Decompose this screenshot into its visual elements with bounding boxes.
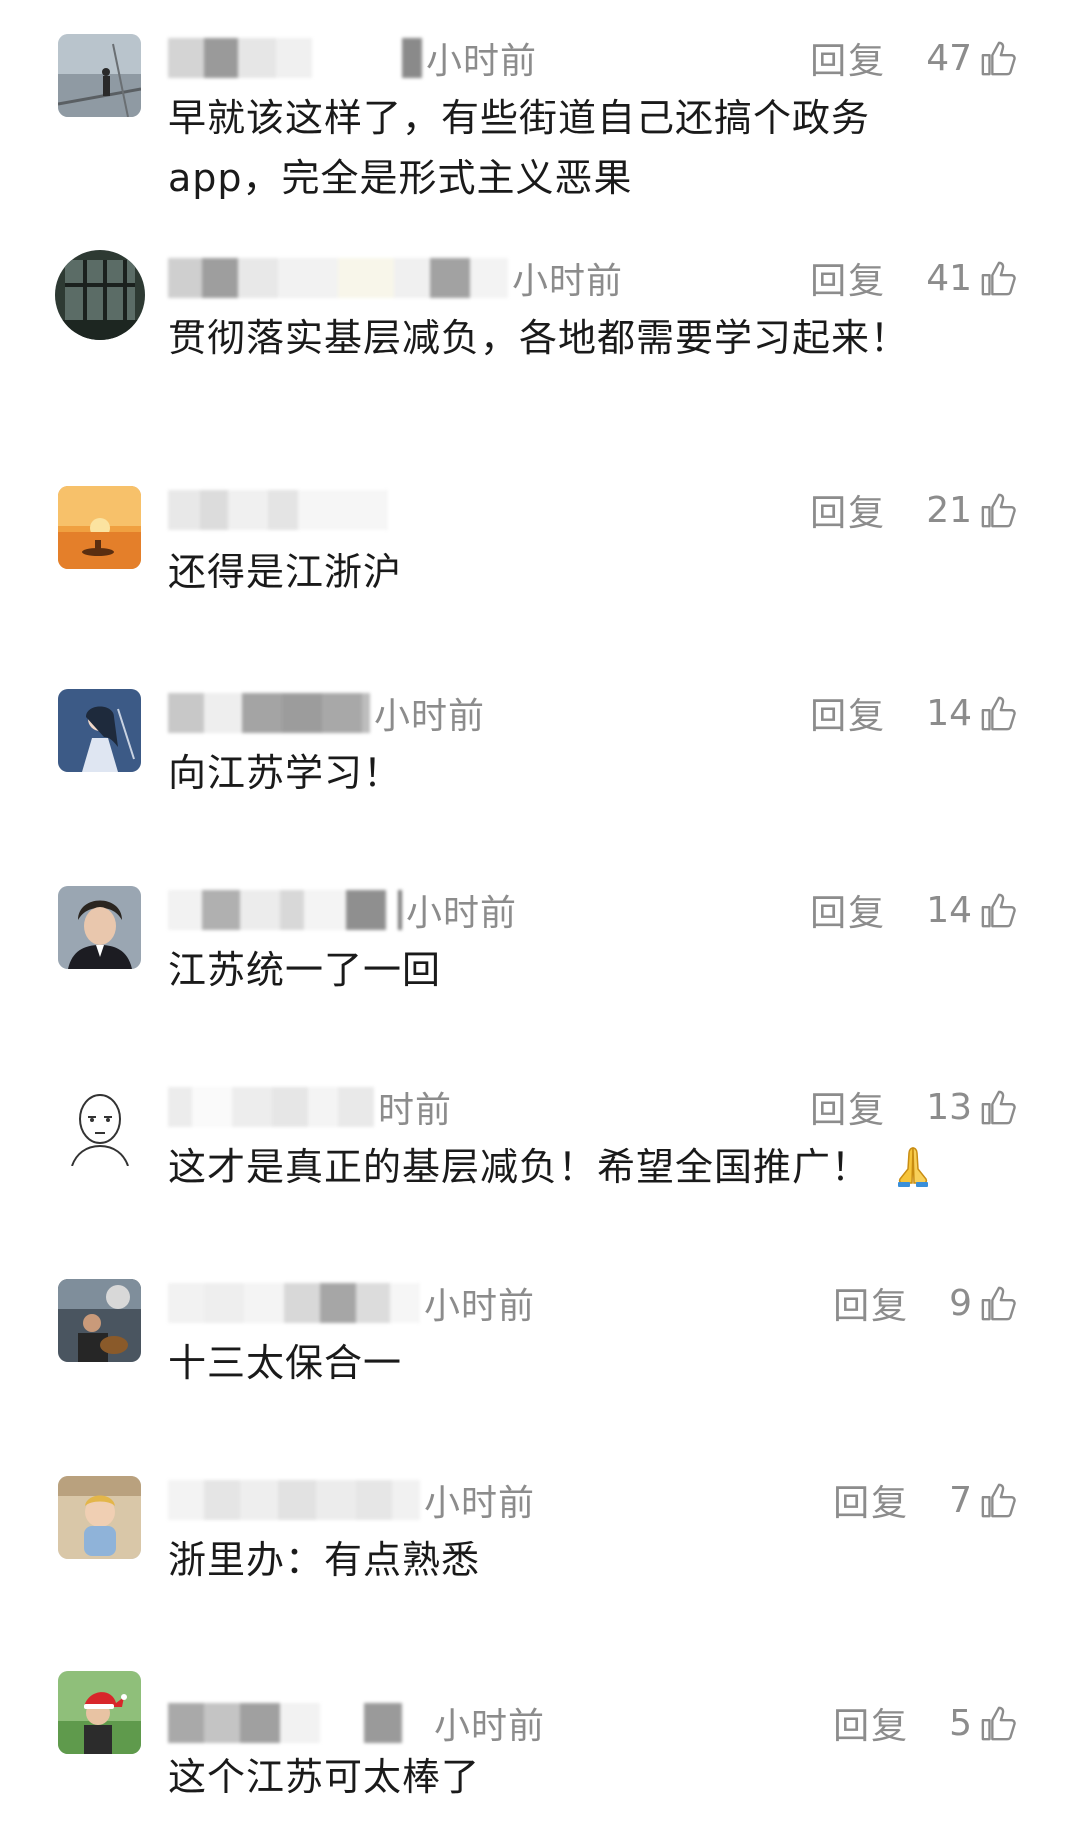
blurred-username: [168, 490, 388, 530]
comment-item: 时前 回复 13 这才是真正的基层减负！希望全国推广！: [0, 1049, 1080, 1245]
reply-button[interactable]: 回复: [810, 1081, 886, 1133]
thumbs-up-icon[interactable]: [980, 1704, 1018, 1742]
comment-actions: 回复 21: [810, 482, 1018, 538]
thumbs-up-icon[interactable]: [980, 1088, 1018, 1126]
reply-button[interactable]: 回复: [833, 1697, 909, 1749]
comment-time: 小时前: [374, 696, 486, 737]
comment-time: 小时前: [424, 1483, 536, 1524]
reply-button[interactable]: 回复: [810, 252, 886, 304]
thumbs-up-icon[interactable]: [980, 694, 1018, 732]
comment-item: 小时前 回复 7 浙里办：有点熟悉: [0, 1442, 1080, 1638]
reply-button[interactable]: 回复: [810, 484, 886, 536]
comment-text: 这个江苏可太棒了: [168, 1755, 481, 1799]
comment-item: 回复 21 还得是江浙沪: [0, 420, 1080, 616]
comment-item: 小时前 回复 14 江苏统一了一回: [0, 852, 1080, 1048]
comment-time: 小时前: [424, 1286, 536, 1327]
comment-time: 时前: [378, 1090, 453, 1131]
comment-time: 小时前: [512, 261, 624, 302]
blurred-username: [168, 693, 370, 733]
like-count: 5: [949, 1702, 972, 1744]
thumbs-up-icon[interactable]: [980, 891, 1018, 929]
comment-meta: 小时前: [168, 1275, 535, 1331]
comment-meta: [168, 482, 392, 538]
comment-actions: 回复 7: [833, 1472, 1018, 1528]
comment-item: 小时前 回复 14 向江苏学习！: [0, 655, 1080, 851]
blurred-username: [168, 1703, 430, 1743]
comment-actions: 回复 14: [810, 685, 1018, 741]
blurred-username: [168, 1283, 420, 1323]
like-count: 9: [949, 1282, 972, 1324]
like-count: 14: [926, 889, 972, 931]
anime-swordsman-avatar[interactable]: [58, 689, 141, 772]
comment-item: 小时前 回复 47 早就该这样了，有些街道自己还搞个政务app，完全是形式主义恶…: [0, 0, 1080, 200]
anime-man-avatar[interactable]: [58, 886, 141, 969]
thumbs-up-icon[interactable]: [980, 491, 1018, 529]
window-view-avatar[interactable]: [55, 250, 145, 340]
comment-actions: 回复 13: [810, 1079, 1018, 1135]
comment-actions: 回复 41: [810, 250, 1018, 306]
like-count: 47: [926, 37, 972, 79]
blurred-username: [168, 890, 402, 930]
comment-item: 小时前 回复 9 十三太保合一: [0, 1245, 1080, 1441]
santa-hat-avatar[interactable]: [58, 1671, 141, 1754]
thumbs-up-icon[interactable]: [980, 1481, 1018, 1519]
thumbs-up-icon[interactable]: [980, 39, 1018, 77]
blurred-username: [168, 38, 422, 78]
comment-meta: 小时前: [168, 882, 517, 938]
comment-meta: 小时前: [168, 685, 485, 741]
like-count: 41: [926, 257, 972, 299]
reply-button[interactable]: 回复: [810, 32, 886, 84]
like-count: 7: [949, 1479, 972, 1521]
blurred-username: [168, 258, 508, 298]
comment-time: 小时前: [406, 893, 518, 934]
comment-text: 江苏统一了一回: [168, 948, 442, 992]
comment-text: 向江苏学习！: [168, 751, 403, 795]
comment-item: 小时前 回复 5 这个江苏可太棒了: [0, 1637, 1080, 1833]
baby-avatar[interactable]: [58, 1476, 141, 1559]
comment-text: 这才是真正的基层减负！希望全国推广！: [168, 1137, 968, 1197]
comment-item: 小时前 回复 41 贯彻落实基层减负，各地都需要学习起来！: [0, 220, 1080, 416]
comment-time: 小时前: [426, 41, 538, 82]
comment-actions: 回复 9: [833, 1275, 1018, 1331]
blurred-username: [168, 1480, 420, 1520]
thumbs-up-icon[interactable]: [980, 1284, 1018, 1322]
comment-actions: 回复 14: [810, 882, 1018, 938]
reply-button[interactable]: 回复: [833, 1474, 909, 1526]
comment-meta: 小时前: [168, 1695, 545, 1751]
saitama-avatar[interactable]: [58, 1083, 141, 1166]
comment-meta: 小时前: [168, 1472, 535, 1528]
reply-button[interactable]: 回复: [810, 884, 886, 936]
sunset-boat-avatar[interactable]: [58, 486, 141, 569]
man-on-pier-avatar[interactable]: [58, 34, 141, 117]
folded-hands-emoji: [898, 1147, 929, 1187]
like-count: 14: [926, 692, 972, 734]
comment-meta: 时前: [168, 1079, 452, 1135]
comment-text: 十三太保合一: [168, 1341, 403, 1385]
comment-text: 浙里办：有点熟悉: [168, 1538, 481, 1582]
man-with-guitar-avatar[interactable]: [58, 1279, 141, 1362]
like-count: 21: [926, 489, 972, 531]
thumbs-up-icon[interactable]: [980, 259, 1018, 297]
reply-button[interactable]: 回复: [833, 1277, 909, 1329]
comment-meta: 小时前: [168, 250, 623, 306]
like-count: 13: [926, 1086, 972, 1128]
reply-button[interactable]: 回复: [810, 687, 886, 739]
comment-actions: 回复 5: [833, 1695, 1018, 1751]
comment-actions: 回复 47: [810, 30, 1018, 86]
comment-text: 还得是江浙沪: [168, 550, 403, 594]
blurred-username: [168, 1087, 374, 1127]
comment-time: 小时前: [434, 1706, 546, 1747]
comment-text-content: 这才是真正的基层减负！希望全国推广！: [168, 1145, 871, 1189]
comment-text: 早就该这样了，有些街道自己还搞个政务app，完全是形式主义恶果: [168, 96, 871, 200]
comment-text: 贯彻落实基层减负，各地都需要学习起来！: [168, 316, 910, 360]
comment-meta: 小时前: [168, 30, 537, 86]
